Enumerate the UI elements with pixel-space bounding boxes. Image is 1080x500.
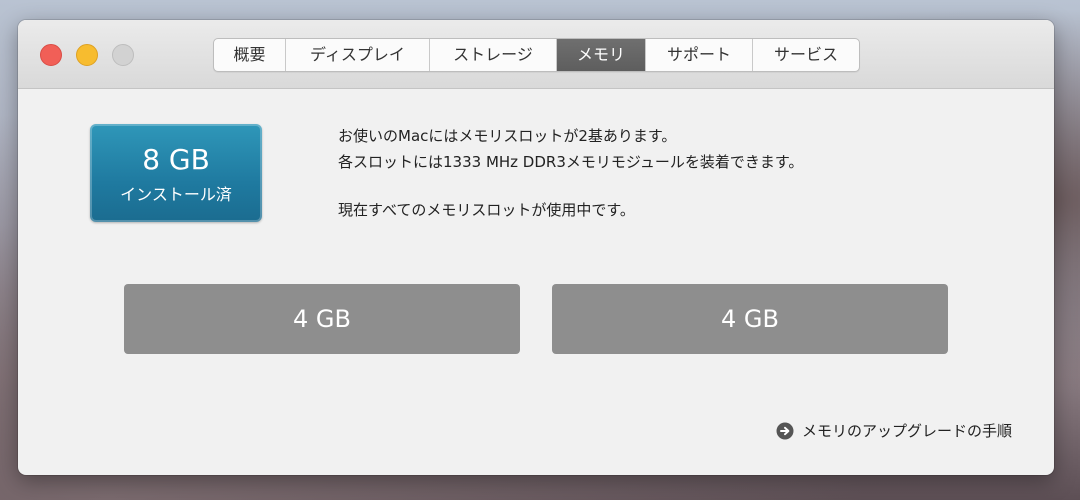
tab-storage[interactable]: ストレージ — [430, 39, 557, 71]
tab-service[interactable]: サービス — [753, 39, 859, 71]
memory-slot-1: 4 GB — [124, 284, 520, 354]
tab-overview[interactable]: 概要 — [214, 39, 286, 71]
memory-info: お使いのMacにはメモリスロットが2基あります。 各スロットには1333 MHz… — [338, 123, 803, 223]
tab-memory[interactable]: メモリ — [557, 39, 646, 71]
tab-bar: 概要 ディスプレイ ストレージ メモリ サポート サービス — [213, 38, 860, 72]
titlebar: 概要 ディスプレイ ストレージ メモリ サポート サービス — [18, 20, 1054, 89]
minimize-button[interactable] — [76, 44, 98, 66]
installed-memory-label: インストール済 — [120, 185, 232, 204]
memory-upgrade-link-label: メモリのアップグレードの手順 — [801, 422, 1012, 440]
tab-support[interactable]: サポート — [646, 39, 753, 71]
close-button[interactable] — [40, 44, 62, 66]
memory-info-line: 各スロットには1333 MHz DDR3メモリモジュールを装着できます。 — [338, 153, 804, 171]
installed-memory-size: 8 GB — [142, 143, 210, 176]
about-this-mac-window: 概要 ディスプレイ ストレージ メモリ サポート サービス 8 GB インストー… — [18, 20, 1054, 475]
zoom-button[interactable] — [112, 44, 134, 66]
memory-info-line: お使いのMacにはメモリスロットが2基あります。 — [338, 127, 677, 145]
memory-info-line: 現在すべてのメモリスロットが使用中です。 — [338, 201, 635, 219]
arrow-circle-right-icon — [776, 422, 794, 440]
memory-upgrade-link[interactable]: メモリのアップグレードの手順 — [776, 420, 1012, 441]
tab-display[interactable]: ディスプレイ — [286, 39, 430, 71]
memory-slot-2: 4 GB — [552, 284, 948, 354]
installed-memory-badge: 8 GB インストール済 — [90, 124, 262, 222]
